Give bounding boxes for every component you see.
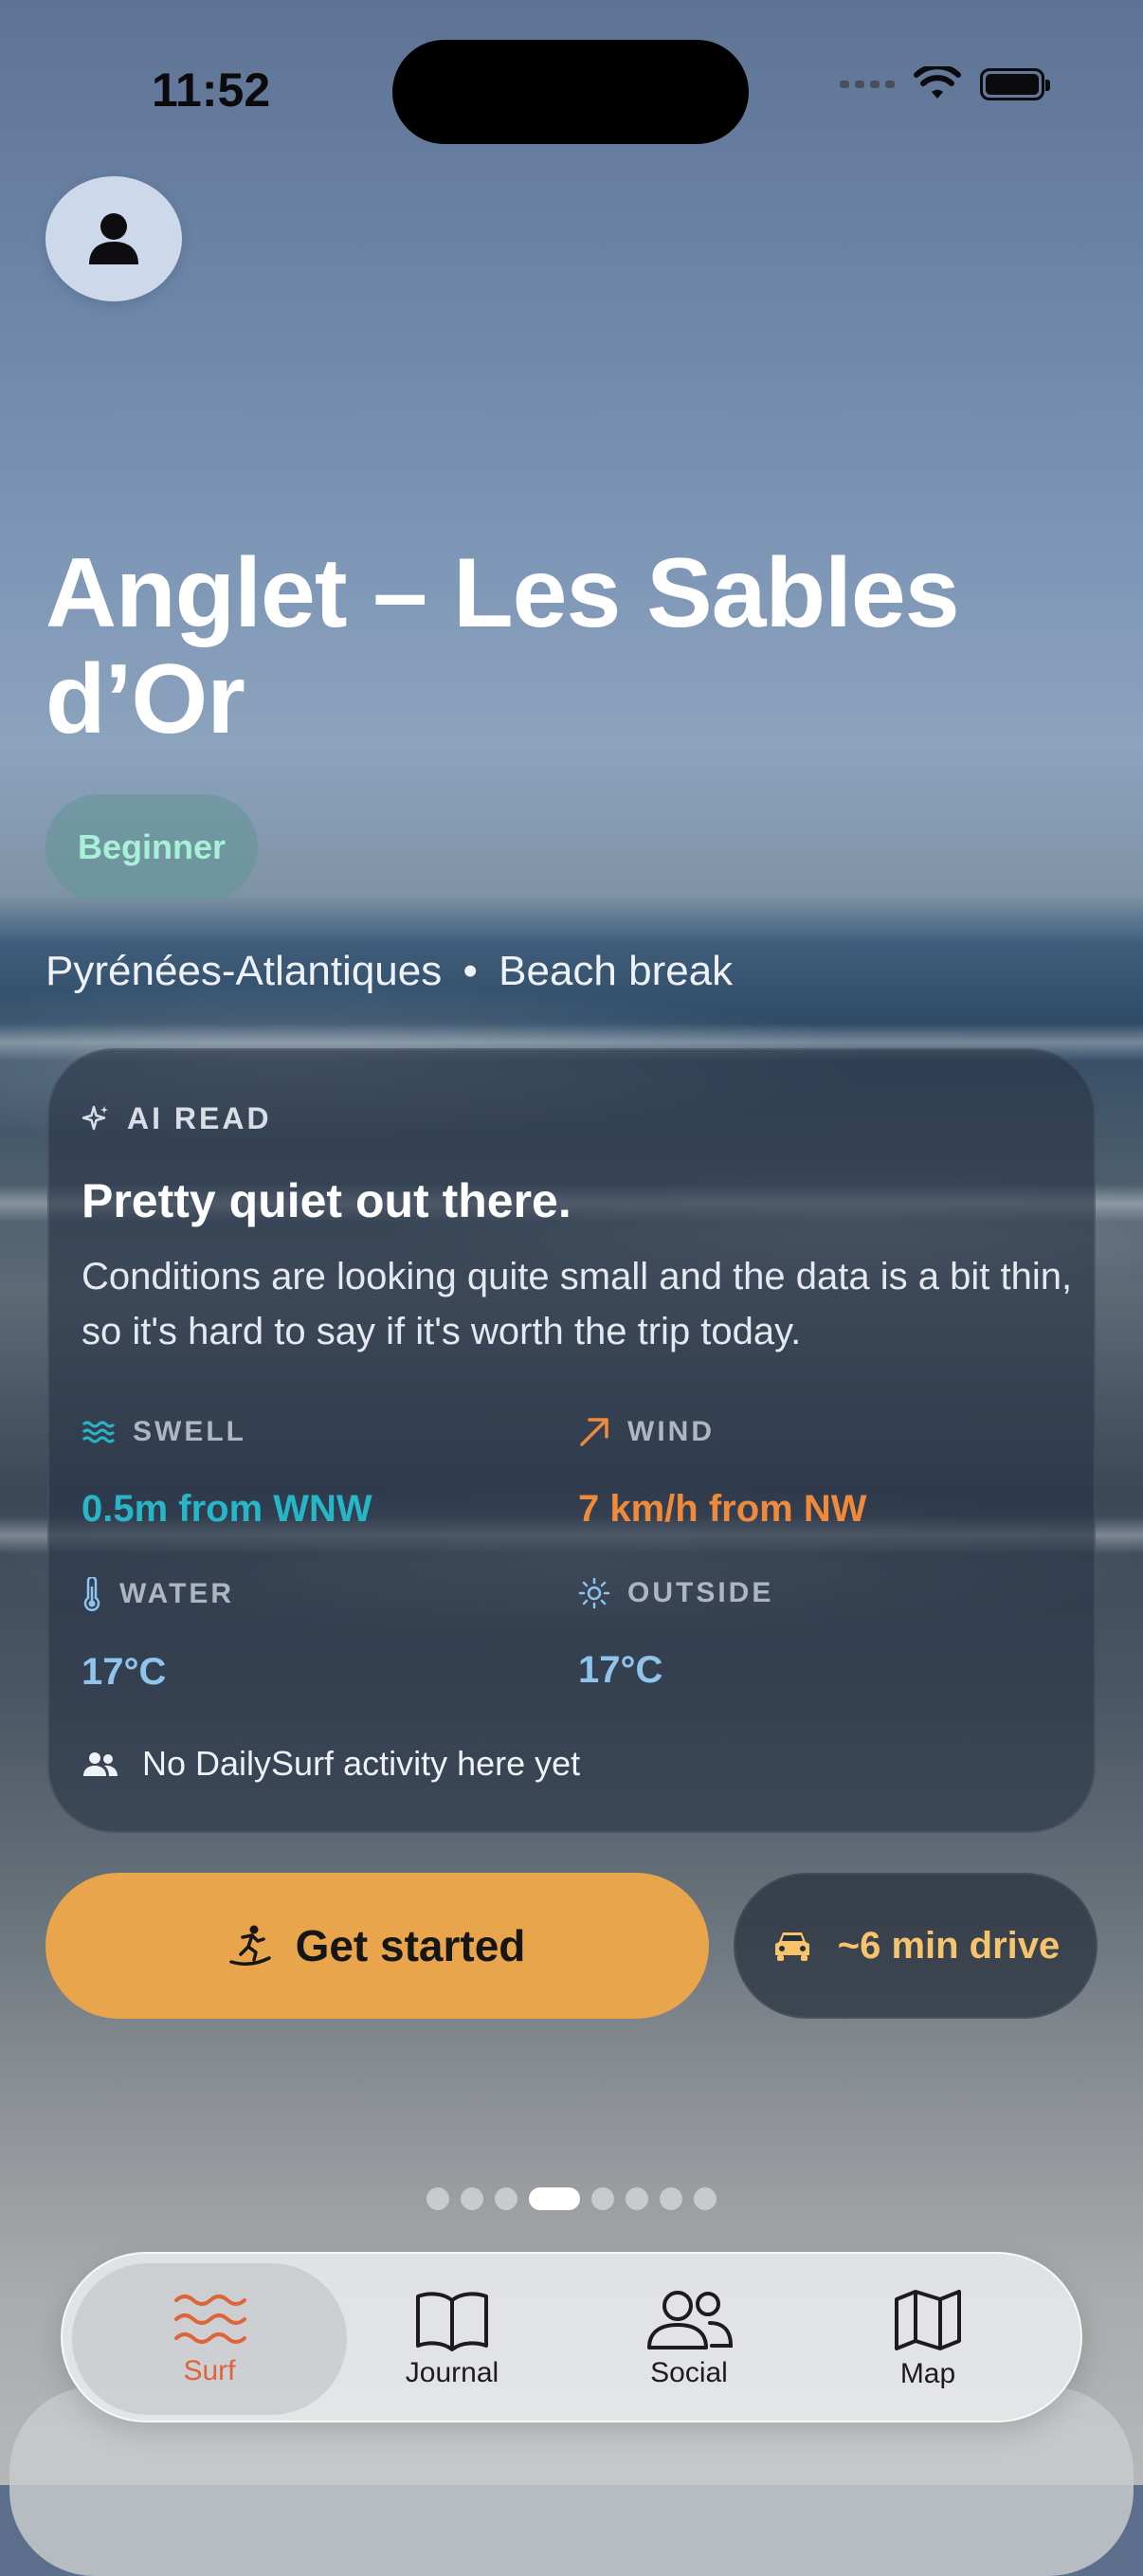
swell-metric: SWELL 0.5m from WNW	[82, 1416, 372, 1531]
status-time: 11:52	[152, 63, 271, 117]
cellular-signal-icon	[840, 81, 895, 88]
tab-social[interactable]: Social	[571, 2263, 807, 2415]
tab-surf[interactable]: Surf	[72, 2263, 347, 2415]
sun-icon	[578, 1577, 610, 1609]
swell-label: SWELL	[133, 1416, 246, 1447]
wind-metric: WIND 7 km/h from NW	[578, 1416, 866, 1531]
battery-icon	[980, 68, 1050, 100]
separator-dot: •	[463, 948, 478, 994]
ai-read-label-text: AI READ	[127, 1101, 272, 1135]
outside-metric: OUTSIDE 17°C	[578, 1577, 773, 1692]
level-badge: Beginner	[45, 794, 258, 900]
spot-subtitle: Pyrénées-Atlantiques • Beach break	[45, 948, 733, 995]
activity-row: No DailySurf activity here yet	[82, 1744, 580, 1784]
page-dot-active[interactable]	[529, 2187, 580, 2210]
person-icon	[89, 213, 138, 264]
wifi-icon	[914, 66, 961, 99]
page-dot[interactable]	[694, 2187, 717, 2210]
activity-text: No DailySurf activity here yet	[142, 1744, 581, 1783]
tab-label: Surf	[183, 2355, 236, 2386]
people-small-icon	[83, 1752, 118, 1776]
book-icon	[416, 2292, 488, 2351]
tab-label: Journal	[405, 2357, 499, 2388]
profile-button[interactable]	[45, 176, 182, 301]
page-dot[interactable]	[426, 2187, 449, 2210]
tab-bar: Surf Journal Social Map	[61, 2252, 1082, 2422]
waves-icon	[174, 2295, 246, 2344]
page-dot[interactable]	[626, 2187, 648, 2210]
ai-headline: Pretty quiet out there.	[82, 1174, 572, 1227]
page-dot[interactable]	[461, 2187, 483, 2210]
surfer-icon	[228, 1925, 271, 1966]
page-dot[interactable]	[495, 2187, 517, 2210]
map-icon	[895, 2290, 961, 2350]
ai-summary: Conditions are looking quite small and t…	[82, 1256, 1073, 1352]
water-value: 17°C	[82, 1651, 167, 1693]
page-indicator[interactable]	[0, 2187, 1143, 2210]
dynamic-island	[392, 40, 749, 144]
break-type-text: Beach break	[499, 948, 734, 994]
status-icons	[840, 66, 1050, 102]
spot-title: Anglet – Les Sables d’Or	[45, 538, 960, 754]
water-metric: WATER 17°C	[82, 1577, 234, 1694]
swell-value: 0.5m from WNW	[82, 1488, 372, 1530]
tab-journal[interactable]: Journal	[334, 2263, 571, 2415]
thermometer-icon	[83, 1577, 100, 1611]
outside-value: 17°C	[578, 1649, 663, 1691]
drive-time-label: ~6 min drive	[837, 1924, 1061, 1967]
swell-waves-icon	[82, 1421, 116, 1443]
get-started-button[interactable]: Get started	[45, 1873, 709, 2019]
outside-label: OUTSIDE	[627, 1577, 774, 1608]
water-label: WATER	[119, 1578, 235, 1609]
region-text: Pyrénées-Atlantiques	[45, 948, 443, 994]
page-dot[interactable]	[591, 2187, 614, 2210]
page-dot[interactable]	[660, 2187, 682, 2210]
drive-time-button[interactable]: ~6 min drive	[734, 1873, 1098, 2019]
tab-label: Map	[899, 2358, 956, 2389]
arrow-up-right-icon	[580, 1418, 608, 1446]
get-started-label: Get started	[295, 1921, 526, 1970]
tab-map[interactable]: Map	[809, 2263, 1046, 2415]
wind-label: WIND	[627, 1416, 715, 1447]
sparkle-icon	[82, 1105, 108, 1130]
people-icon	[647, 2291, 734, 2349]
tab-label: Social	[650, 2357, 728, 2388]
ai-read-label: AI READ	[82, 1101, 272, 1136]
wind-value: 7 km/h from NW	[578, 1488, 867, 1530]
car-icon	[774, 1932, 809, 1961]
